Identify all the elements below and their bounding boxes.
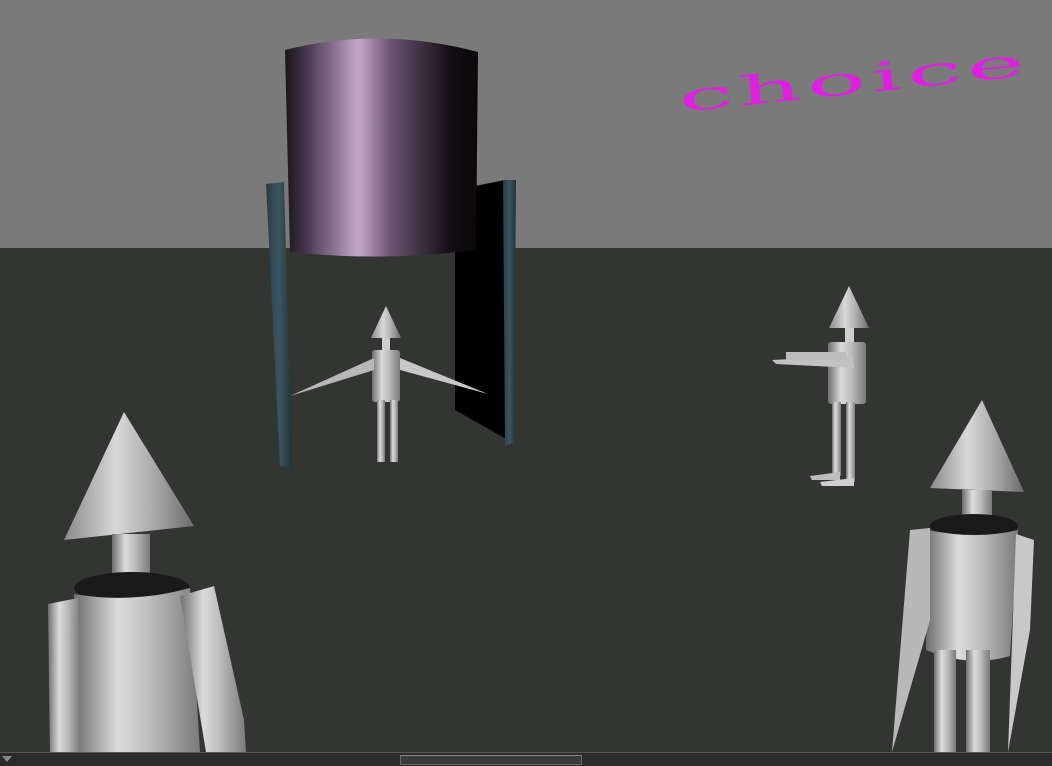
tank-leg-right — [503, 180, 516, 446]
robot-right-leg-right — [846, 402, 855, 482]
resize-handle[interactable] — [400, 755, 582, 765]
viewport-statusbar — [0, 752, 1052, 766]
robot-center-neck — [382, 338, 390, 352]
dropdown-arrow-icon[interactable] — [2, 756, 12, 762]
tank-cylinder — [285, 38, 478, 257]
robot-right-leg-left — [832, 402, 841, 476]
robot-fg-right-leg-left — [934, 650, 956, 753]
sky — [0, 0, 1052, 248]
scene-canvas[interactable]: choice — [0, 0, 1052, 766]
robot-fg-right-leg-right — [966, 650, 990, 753]
robot-right-forearm — [786, 352, 846, 360]
robot-fg-left-body — [74, 588, 200, 752]
robot-fg-right-body — [926, 530, 1018, 661]
robot-right-neck — [845, 328, 854, 344]
robot-right-body — [828, 342, 866, 404]
robot-fg-left-arm-left — [48, 598, 80, 752]
robot-center-leg-left — [377, 400, 385, 462]
robot-center-body — [372, 350, 400, 402]
game-viewport[interactable]: choice — [0, 0, 1052, 766]
robot-center-leg-right — [390, 400, 398, 462]
